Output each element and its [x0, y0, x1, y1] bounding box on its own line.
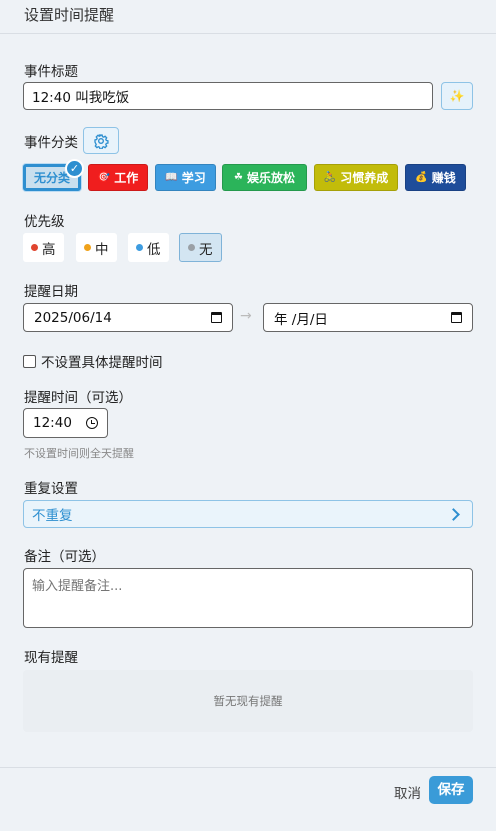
no-time-checkbox[interactable]: [23, 354, 36, 368]
category-chip-label: 娱乐放松: [246, 171, 295, 185]
end-date-input[interactable]: 年 /月/日: [263, 303, 473, 332]
priority-option-label: 高: [42, 241, 56, 258]
priority-option-label: 中: [95, 241, 109, 258]
priority-option[interactable]: 中: [76, 233, 117, 262]
event-title-input[interactable]: [23, 82, 433, 110]
priority-option[interactable]: 无: [179, 233, 222, 262]
existing-reminders-empty: 暂无现有提醒: [23, 670, 473, 732]
category-chip[interactable]: 🎯 工作: [88, 164, 148, 191]
gear-icon: [94, 133, 109, 149]
notes-label: 备注（可选）: [24, 549, 105, 565]
category-chip-label: 赚钱: [431, 171, 456, 185]
category-chip[interactable]: 📖 学习: [155, 164, 216, 191]
dialog-title: 设置时间提醒: [24, 6, 115, 24]
category-icon: ☘: [234, 172, 243, 183]
no-time-label: 不设置具体提醒时间: [41, 355, 163, 371]
priority-option-label: 无: [199, 241, 213, 258]
category-chip[interactable]: ☘ 娱乐放松: [222, 164, 307, 191]
end-date-value: 年 /月/日: [274, 311, 328, 328]
category-chip[interactable]: 🚴 习惯养成: [314, 164, 398, 191]
sparkles-icon: ✨: [449, 89, 465, 103]
date-label: 提醒日期: [24, 284, 78, 300]
selected-check-icon: ✓: [65, 159, 84, 178]
repeat-select[interactable]: 不重复: [23, 500, 473, 528]
category-icon: 📖: [165, 172, 178, 183]
notes-textarea[interactable]: [23, 568, 473, 628]
date-range-arrow: →: [240, 308, 252, 324]
repeat-value: 不重复: [32, 508, 73, 524]
dialog-footer: 取消 保存: [0, 767, 496, 831]
category-settings-button[interactable]: [83, 127, 119, 154]
calendar-icon[interactable]: [211, 312, 222, 323]
save-button[interactable]: 保存: [429, 776, 473, 804]
chevron-right-icon: [447, 507, 460, 521]
priority-dot-icon: [84, 244, 91, 251]
priority-option-label: 低: [147, 241, 161, 258]
time-input[interactable]: 12:40: [23, 408, 108, 438]
repeat-label: 重复设置: [24, 481, 78, 497]
start-date-value: 2025/06/14: [34, 309, 112, 326]
cancel-button[interactable]: 取消: [394, 782, 421, 802]
priority-dot-icon: [188, 244, 195, 251]
category-icon: 🚴: [323, 172, 337, 183]
existing-reminders-label: 现有提醒: [24, 650, 78, 666]
priority-option[interactable]: 高: [23, 233, 64, 262]
magic-suggest-button[interactable]: ✨: [441, 82, 473, 110]
calendar-icon[interactable]: [451, 312, 462, 323]
category-chip-label: 学习: [181, 171, 206, 185]
time-label: 提醒时间（可选）: [24, 390, 132, 406]
time-hint: 不设置时间则全天提醒: [24, 447, 134, 460]
category-chip[interactable]: 💰 赚钱: [405, 164, 466, 191]
priority-dot-icon: [31, 244, 38, 251]
priority-dot-icon: [136, 244, 143, 251]
category-icon: 🎯: [97, 172, 111, 183]
event-title-label: 事件标题: [24, 64, 78, 80]
priority-option[interactable]: 低: [128, 233, 169, 262]
dialog-header: 设置时间提醒: [0, 0, 496, 34]
time-value: 12:40: [33, 415, 72, 431]
clock-icon[interactable]: [86, 417, 98, 429]
category-label: 事件分类: [24, 135, 78, 151]
category-chip-label: 习惯养成: [340, 171, 389, 185]
category-icon: 💰: [415, 172, 428, 183]
priority-label: 优先级: [24, 214, 65, 230]
start-date-input[interactable]: 2025/06/14: [23, 303, 233, 332]
no-time-checkbox-row[interactable]: 不设置具体提醒时间: [23, 351, 163, 371]
category-chip-label: 工作: [114, 171, 139, 185]
